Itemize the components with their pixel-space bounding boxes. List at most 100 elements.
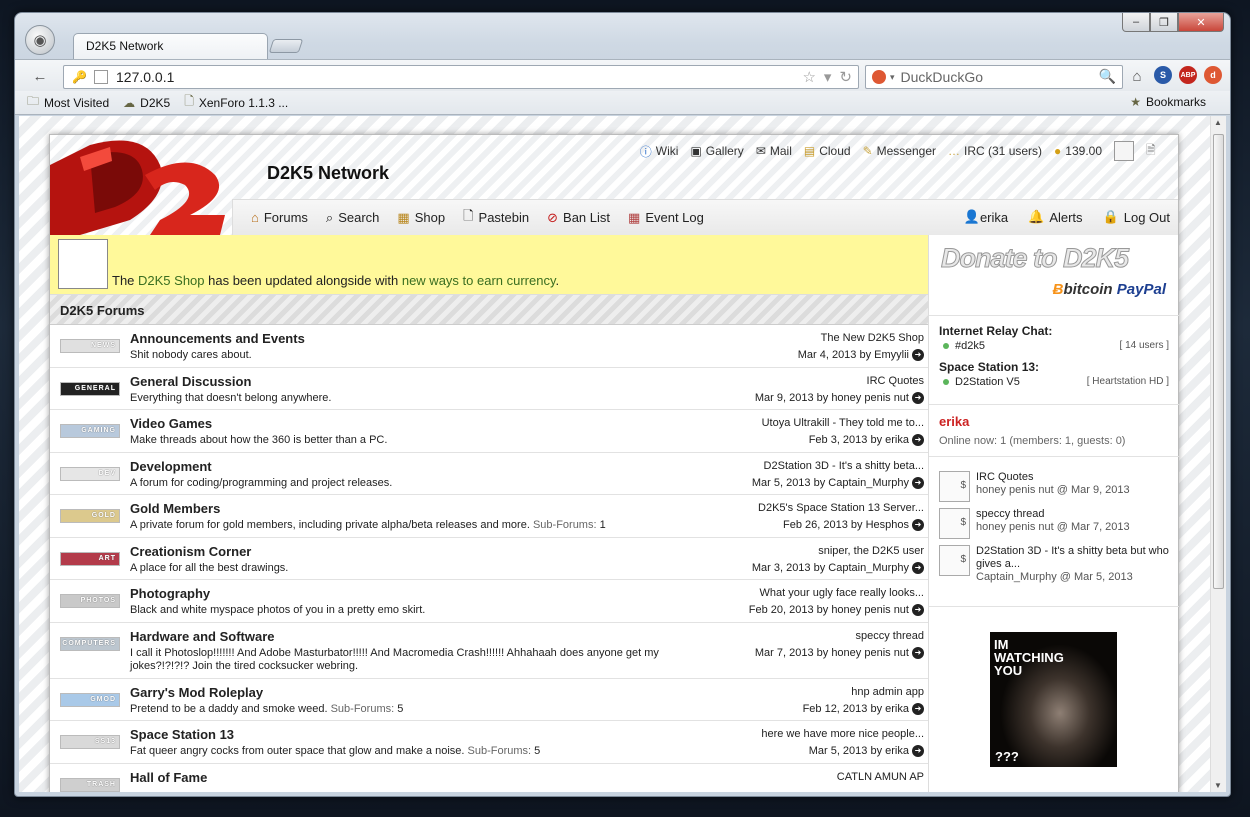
last-post-title[interactable]: hnp admin app [803, 684, 924, 701]
shop-link[interactable]: D2K5 Shop [138, 273, 205, 288]
go-to-post-icon[interactable]: ➜ [912, 745, 924, 758]
watching-you-image[interactable]: IM WATCHING YOU ??? [990, 632, 1117, 767]
bookmark-xenforo[interactable]: 🗋 XenForo 1.1.3 ... [184, 92, 288, 113]
forum-title[interactable]: Hall of Fame [130, 770, 207, 785]
messenger-link[interactable]: ✎ Messenger [863, 144, 936, 158]
back-arrow-icon[interactable]: ← [29, 65, 51, 87]
go-to-post-icon[interactable]: ➜ [912, 519, 924, 532]
maximize-button[interactable]: ❐ [1150, 13, 1178, 32]
irc-row[interactable]: #d2k5[ 14 users ] [939, 340, 1169, 352]
last-post-title[interactable]: D2K5's Space Station 13 Server... [758, 500, 924, 517]
duckduckgo-addon-icon[interactable]: d [1204, 66, 1222, 84]
nav-search[interactable]: ⌕ Search [326, 210, 379, 226]
bookmarks-menu[interactable]: ★ Bookmarks [1130, 95, 1206, 109]
go-to-post-icon[interactable]: ➜ [912, 562, 924, 575]
star-icon[interactable]: ☆ [802, 68, 815, 86]
wiki-link[interactable]: ⓘ Wiki [640, 143, 679, 160]
forum-row[interactable]: COMPUTERS Hardware and Software I call it … [50, 623, 928, 679]
last-post-date[interactable]: Feb 12, 2013 [803, 703, 868, 715]
notes-icon[interactable]: 🗎 [1146, 141, 1166, 161]
nav-shop[interactable]: ▦ Shop [397, 210, 445, 226]
url-bar[interactable]: 🔑 127.0.0.1 ☆ ▾ ↻ [63, 65, 859, 89]
last-post-title[interactable]: What your ugly face really looks... [749, 585, 924, 602]
earn-currency-link[interactable]: new ways to earn currency [402, 273, 556, 288]
duckduckgo-icon[interactable] [872, 70, 886, 84]
last-post-author[interactable]: by erika [870, 745, 909, 757]
forum-title[interactable]: Gold Members [130, 501, 220, 516]
last-post-author[interactable]: by erika [870, 434, 909, 446]
nav-alerts[interactable]: 🔔 Alerts [1028, 209, 1082, 225]
online-user[interactable]: erika [939, 414, 1169, 429]
forum-row[interactable]: TRASH Hall of Fame CATLN AMUN AP [50, 764, 928, 792]
close-button[interactable]: ✕ [1178, 13, 1224, 32]
last-post-author[interactable]: by Emyylii [859, 349, 909, 361]
adblock-icon[interactable]: ABP [1179, 66, 1197, 84]
last-post-author[interactable]: by honey penis nut [817, 604, 909, 616]
forum-row[interactable]: DEV Development A forum for coding/program… [50, 453, 928, 495]
scroll-up-icon[interactable]: ▲ [1214, 118, 1222, 127]
forum-title[interactable]: Hardware and Software [130, 629, 275, 644]
last-post-date[interactable]: Mar 5, 2013 [752, 477, 811, 489]
last-post-title[interactable]: The New D2K5 Shop [798, 330, 924, 347]
last-post-date[interactable]: Mar 9, 2013 [755, 392, 814, 404]
go-to-post-icon[interactable]: ➜ [912, 703, 924, 716]
go-to-post-icon[interactable]: ➜ [912, 604, 924, 617]
scroll-down-icon[interactable]: ▼ [1214, 781, 1222, 790]
irc-link[interactable]: … IRC (31 users) [948, 144, 1042, 158]
forum-title[interactable]: General Discussion [130, 374, 251, 389]
go-to-post-icon[interactable]: ➜ [912, 392, 924, 405]
forum-title[interactable]: Video Games [130, 416, 212, 431]
last-post-title[interactable]: speccy thread [755, 628, 924, 645]
last-post-date[interactable]: Mar 4, 2013 [798, 349, 857, 361]
firefox-menu-button[interactable]: ◉ [25, 25, 55, 55]
nav-forums[interactable]: ⌂ Forums [251, 210, 308, 225]
nav-event-log[interactable]: ▦ Event Log [628, 210, 704, 226]
forum-title[interactable]: Development [130, 459, 212, 474]
site-identity-icon[interactable]: 🔑 [72, 70, 88, 84]
forum-row[interactable]: NEWS Announcements and Events Shit nobody … [50, 325, 928, 368]
last-post-author[interactable]: by honey penis nut [817, 647, 909, 659]
nav-user[interactable]: 👤 erika [964, 209, 1008, 225]
last-post-title[interactable]: IRC Quotes [755, 373, 924, 390]
mail-link[interactable]: ✉ Mail [756, 144, 792, 158]
last-post-date[interactable]: Mar 3, 2013 [752, 562, 811, 574]
home-icon[interactable]: ⌂ [1127, 65, 1147, 87]
go-to-post-icon[interactable]: ➜ [912, 349, 924, 362]
last-post-author[interactable]: by Hesphos [851, 519, 909, 531]
forum-title[interactable]: Space Station 13 [130, 727, 234, 742]
last-post-author[interactable]: by honey penis nut [817, 392, 909, 404]
forum-title[interactable]: Creationism Corner [130, 544, 251, 559]
gallery-link[interactable]: ▣ Gallery [690, 144, 743, 158]
last-post-author[interactable]: by erika [870, 703, 909, 715]
forum-title[interactable]: Garry's Mod Roleplay [130, 685, 263, 700]
d2k5-logo[interactable] [50, 135, 230, 235]
avatar-thumbnail[interactable] [1114, 141, 1134, 161]
new-tab-button[interactable] [268, 39, 304, 53]
currency-link[interactable]: ● 139.00 [1054, 144, 1102, 158]
bookmark-d2k5[interactable]: ☁ D2K5 [123, 96, 170, 110]
last-post-title[interactable]: D2Station 3D - It's a shitty beta... [752, 458, 924, 475]
reload-icon[interactable]: ↻ [839, 68, 852, 86]
donate-banner[interactable]: Donate to D2K5 Ƀbitcoin PayPal [941, 243, 1167, 303]
cloud-link[interactable]: ▤ Cloud [804, 144, 851, 158]
last-post-date[interactable]: Feb 26, 2013 [783, 519, 848, 531]
last-post-title[interactable]: sniper, the D2K5 user [752, 543, 924, 560]
forum-title[interactable]: Announcements and Events [130, 331, 305, 346]
go-to-post-icon[interactable]: ➜ [912, 647, 924, 660]
recent-post[interactable]: $ IRC Quotes honey penis nut @ Mar 9, 2013 [939, 471, 1169, 502]
recent-post[interactable]: $ speccy thread honey penis nut @ Mar 7, 2… [939, 508, 1169, 539]
search-bar[interactable]: ▾ DuckDuckGo 🔍 [865, 65, 1123, 89]
last-post-date[interactable]: Mar 5, 2013 [809, 745, 868, 757]
forum-row[interactable]: GAMING Video Games Make threads about how … [50, 410, 928, 453]
recent-post[interactable]: $ D2Station 3D - It's a shitty beta but w… [939, 545, 1169, 584]
tab-d2k5[interactable]: D2K5 Network [73, 33, 268, 60]
scrollbar-thumb[interactable] [1213, 134, 1224, 589]
last-post-title[interactable]: here we have more nice people... [761, 726, 924, 743]
go-to-post-icon[interactable]: ➜ [912, 477, 924, 490]
nav-pastebin[interactable]: 🗋 Pastebin [463, 207, 529, 229]
last-post-date[interactable]: Mar 7, 2013 [755, 647, 814, 659]
forum-row[interactable]: GMOD Garry's Mod Roleplay Pretend to be a … [50, 679, 928, 721]
last-post-author[interactable]: by Captain_Murphy [814, 562, 909, 574]
last-post-title[interactable]: Utoya Ultrakill - They told me to... [762, 415, 924, 432]
forum-row[interactable]: GENERAL General Discussion Everything that… [50, 368, 928, 410]
